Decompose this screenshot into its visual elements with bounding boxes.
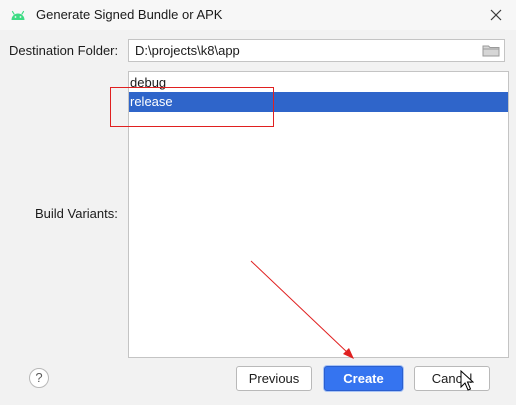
help-button[interactable]: ? (29, 368, 49, 388)
build-variants-label: Build Variants: (35, 206, 118, 221)
cancel-button[interactable]: Cancel (414, 366, 490, 391)
destination-folder-label: Destination Folder: (9, 43, 119, 58)
generate-signed-bundle-dialog: Generate Signed Bundle or APK Destinatio… (0, 0, 516, 405)
close-icon (490, 9, 502, 21)
title-bar: Generate Signed Bundle or APK (0, 0, 516, 30)
close-button[interactable] (484, 4, 508, 26)
destination-folder-field[interactable] (128, 39, 505, 62)
annotation-highlight-box (110, 87, 274, 127)
android-icon (11, 10, 25, 20)
create-button[interactable]: Create (324, 366, 403, 391)
folder-icon[interactable] (482, 43, 500, 58)
destination-folder-input[interactable] (135, 40, 475, 61)
window-title: Generate Signed Bundle or APK (36, 7, 223, 22)
previous-button[interactable]: Previous (236, 366, 312, 391)
